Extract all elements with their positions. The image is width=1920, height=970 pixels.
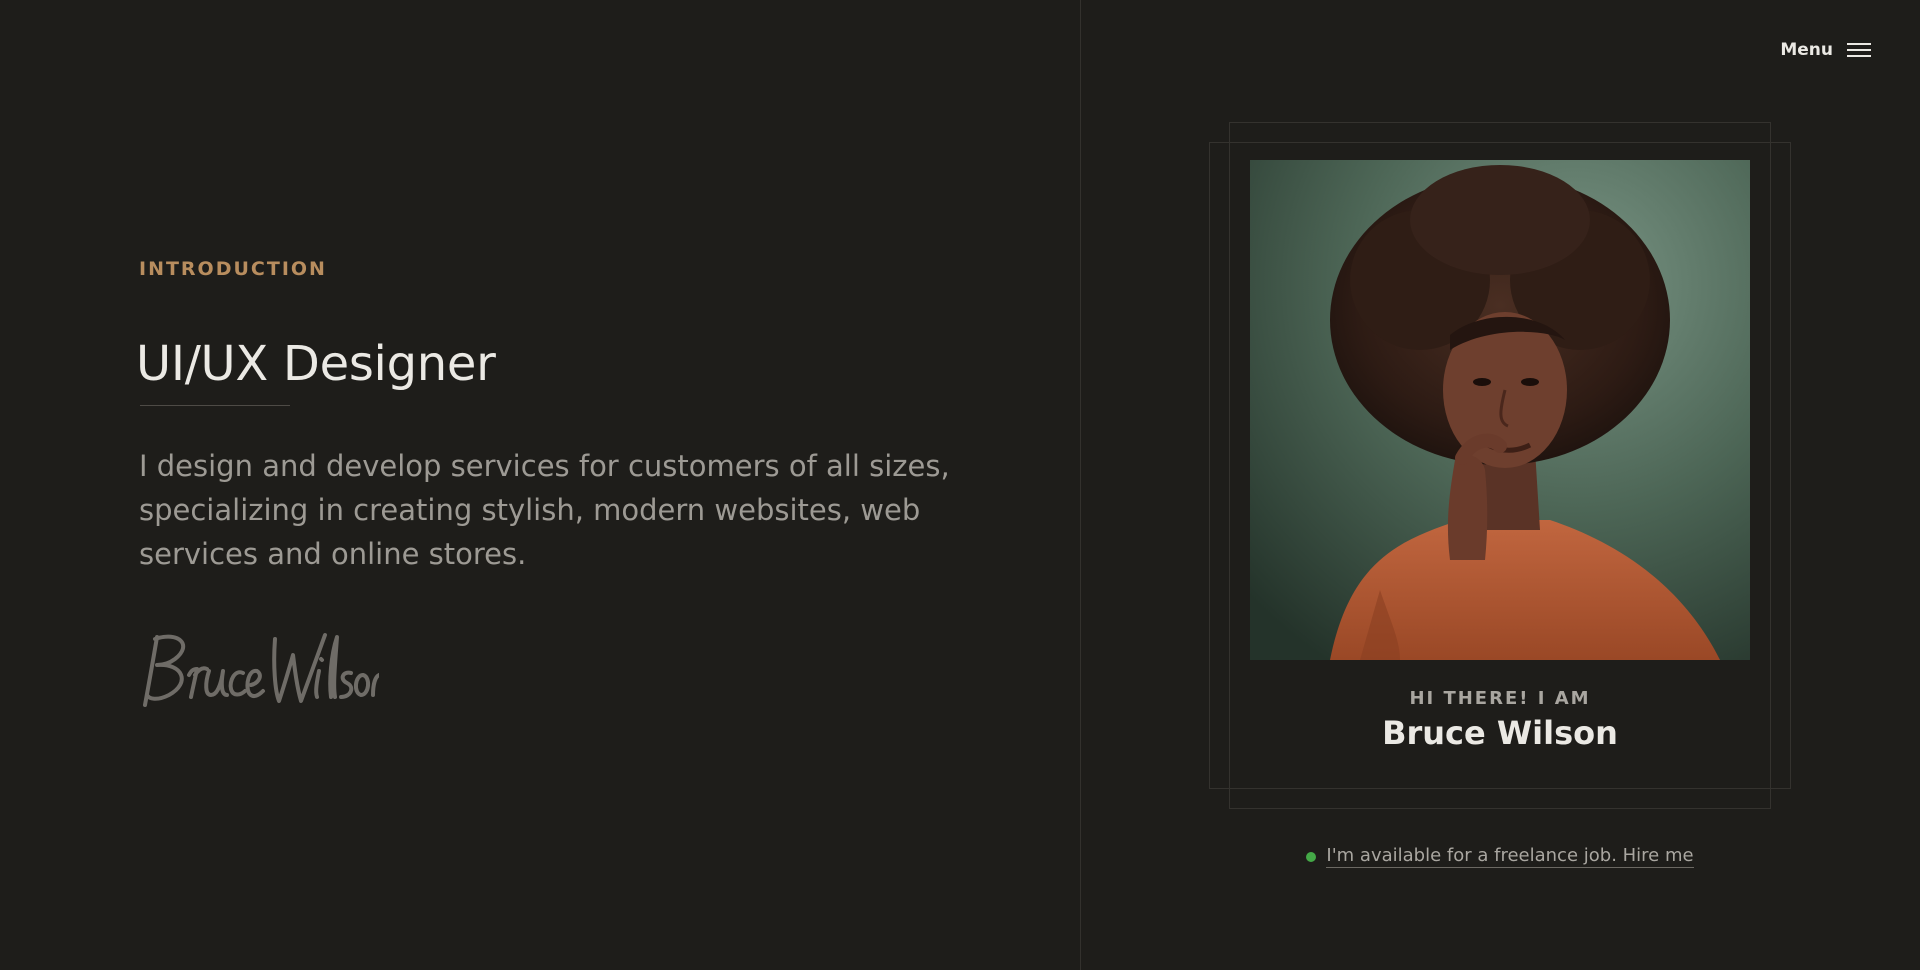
column-divider: [1080, 0, 1081, 970]
hire-me-link[interactable]: I'm available for a freelance job. Hire …: [1326, 845, 1694, 868]
intro-section: INTRODUCTION UI/UX Designer I design and…: [0, 0, 1080, 970]
page: INTRODUCTION UI/UX Designer I design and…: [0, 0, 1920, 970]
menu-button[interactable]: Menu: [1780, 38, 1871, 62]
signature-svg: [143, 633, 381, 707]
portrait-illustration: [1250, 160, 1750, 660]
intro-bio: I design and develop services for custom…: [139, 449, 950, 571]
page-title: UI/UX Designer: [136, 336, 496, 392]
availability-row: I'm available for a freelance job. Hire …: [1250, 845, 1750, 868]
hamburger-icon: [1847, 42, 1871, 58]
card-name: Bruce Wilson: [1382, 714, 1618, 752]
status-dot-icon: [1306, 851, 1317, 862]
menu-label: Menu: [1780, 40, 1833, 60]
card-greeting: HI THERE! I AM: [1409, 688, 1591, 709]
intro-eyebrow: INTRODUCTION: [139, 258, 327, 280]
signature-image: [139, 625, 381, 719]
profile-photo: [1250, 160, 1750, 660]
title-underline: [140, 405, 290, 406]
